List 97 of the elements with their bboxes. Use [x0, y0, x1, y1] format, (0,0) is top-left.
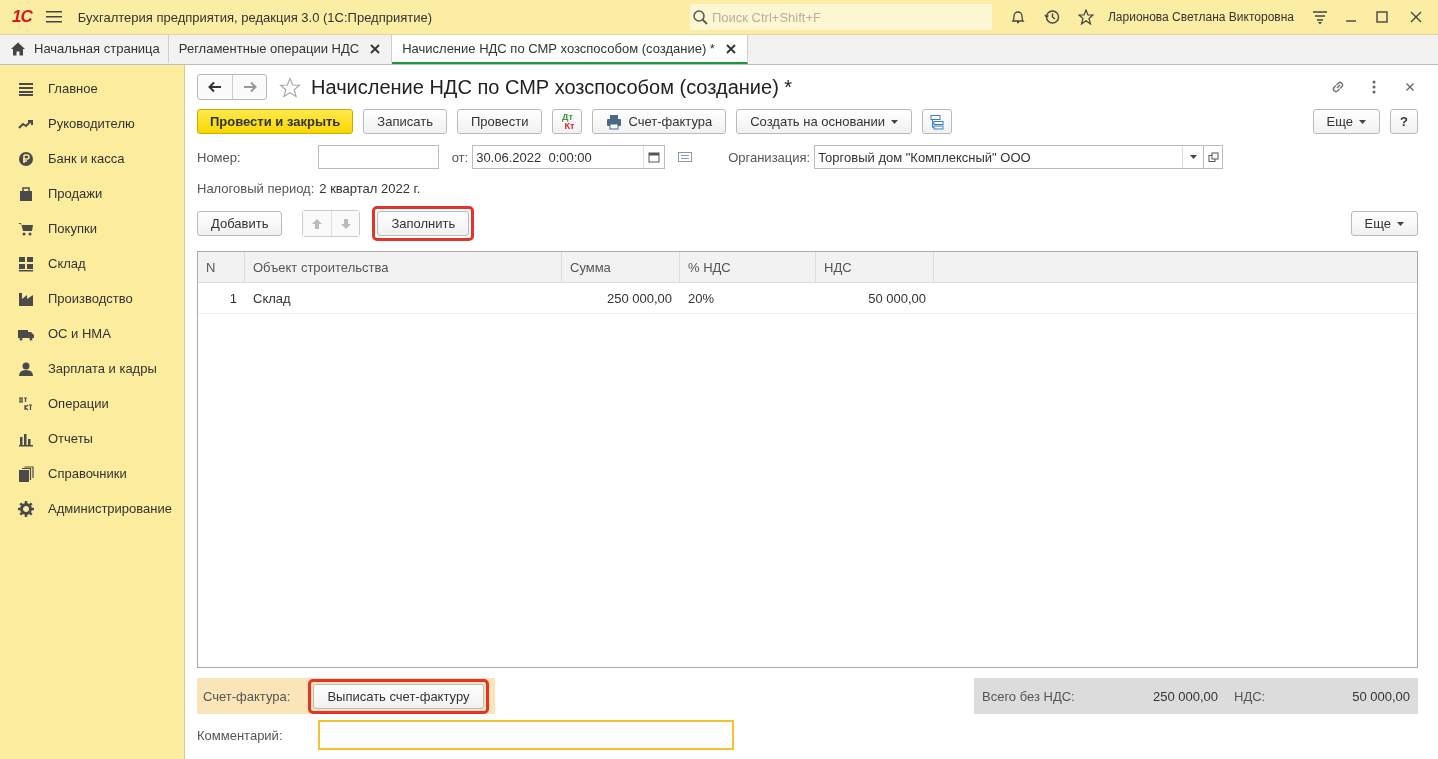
sidebar-item[interactable]: Главное	[0, 71, 184, 106]
open-icon	[1207, 151, 1220, 163]
gear-icon	[18, 500, 34, 517]
more-button[interactable]: Еще	[1312, 109, 1381, 134]
open-button[interactable]	[1203, 145, 1224, 169]
list-icon	[18, 80, 34, 97]
star-icon	[1077, 9, 1094, 25]
arrow-right-icon	[241, 79, 258, 95]
user-name[interactable]: Ларионова Светлана Викторовна	[1107, 10, 1294, 24]
structure-button[interactable]	[922, 109, 953, 134]
sidebar-item[interactable]: Отчеты	[0, 421, 184, 456]
menu-icon	[45, 9, 62, 25]
arrow-left-icon	[207, 79, 223, 95]
document-icon	[677, 149, 694, 165]
fill-button[interactable]: Заполнить	[377, 211, 470, 236]
total-label: Всего без НДС:	[981, 688, 1076, 704]
table-cell-text: 50 000,00	[867, 289, 927, 308]
calendar-icon	[647, 150, 662, 164]
add-button[interactable]: Добавить	[197, 211, 283, 236]
app-title: Бухгалтерия предприятия, редакция 3.0 (1С:Предприятие)	[77, 9, 432, 25]
caret-icon	[891, 119, 899, 124]
history-icon	[1043, 9, 1060, 25]
sidebar-item[interactable]: Справочники	[0, 456, 184, 491]
app-logo: 1С	[12, 7, 32, 27]
organization-field[interactable]: Торговый дом "Комплексный" ООО	[815, 149, 1183, 165]
tab[interactable]: Начисление НДС по СМР хозспособом (создание) *	[392, 35, 748, 64]
field-label: Налоговый период:	[197, 181, 315, 196]
sidebar-item[interactable]: Склад	[0, 246, 184, 281]
link-icon	[1330, 79, 1346, 95]
books-icon	[18, 465, 34, 482]
print-button[interactable]: Счет-фактура	[592, 109, 727, 134]
menu-button[interactable]	[45, 9, 62, 25]
close-icon	[1408, 9, 1424, 25]
factory-icon	[18, 290, 34, 307]
star-icon	[279, 76, 301, 98]
bag-icon	[18, 185, 34, 202]
sidebar-item[interactable]: Банк и касса	[0, 141, 184, 176]
minimize-icon	[1346, 20, 1356, 22]
search-field[interactable]: Поиск Ctrl+Shift+F	[689, 4, 992, 30]
home-icon	[10, 40, 26, 57]
sidebar-item[interactable]: Администрирование	[0, 491, 184, 526]
printer-icon	[606, 113, 623, 130]
column-header[interactable]: Сумма	[562, 252, 680, 282]
table-cell-text: 1	[228, 289, 238, 308]
caret-icon	[1397, 221, 1404, 226]
toolbar-button[interactable]: Записать	[363, 109, 447, 134]
comment-field[interactable]	[317, 720, 734, 750]
structure-icon	[929, 113, 946, 130]
sidebar-item[interactable]: Зарплата и кадры	[0, 351, 184, 386]
sidebar-item[interactable]: Руководителю	[0, 106, 184, 141]
funnel-icon	[1312, 9, 1328, 25]
help-button[interactable]: ?	[1390, 109, 1418, 134]
column-header[interactable]: НДС	[816, 252, 934, 282]
search-field[interactable]: Поиск Ctrl+Shift+F	[709, 8, 992, 26]
field-label: Организация:	[728, 149, 811, 165]
sidebar-item[interactable]: Продажи	[0, 176, 184, 211]
arrow-up-icon	[311, 217, 324, 230]
total-value: 250 000,00	[1151, 688, 1219, 704]
search-icon	[691, 9, 708, 25]
column-header[interactable]: Объект строительства	[245, 252, 562, 282]
issue-invoice-button[interactable]: Выписать счет-фактуру	[313, 683, 484, 709]
field-label: Номер:	[197, 149, 241, 165]
column-header[interactable]: % НДС	[680, 252, 816, 282]
field-label: Комментарий:	[197, 727, 283, 743]
post-and-close-button[interactable]: Провести и закрыть	[197, 109, 354, 134]
vat-value: 50 000,00	[1351, 688, 1411, 704]
ruble-icon	[18, 150, 34, 167]
sidebar-item[interactable]: Операции	[0, 386, 184, 421]
form-title: Начисление НДС по СМР хозспособом (создание) *	[311, 75, 793, 99]
arrow-down-icon	[339, 217, 352, 230]
debit-credit-icon	[18, 395, 34, 412]
sidebar-item[interactable]: Производство	[0, 281, 184, 316]
number-field[interactable]	[317, 145, 439, 169]
person-icon	[18, 360, 34, 377]
table-cell-text: Склад	[252, 289, 292, 308]
date-field[interactable]: 30.06.2022 0:00:00	[473, 149, 644, 165]
dropdown-button[interactable]: Создать на основании	[736, 109, 913, 134]
maximize-icon	[1374, 9, 1390, 25]
table-cell-text: 20%	[687, 289, 716, 308]
caret-icon	[1359, 119, 1367, 124]
caret-icon	[1189, 155, 1197, 159]
vat-label: НДС:	[1233, 688, 1267, 704]
sidebar-item[interactable]: Покупки	[0, 211, 184, 246]
column-header[interactable]: N	[198, 252, 245, 282]
grid-icon	[18, 255, 34, 272]
more-button[interactable]: Еще	[1350, 211, 1418, 236]
field-label: Счет-фактура:	[203, 688, 291, 704]
debit-credit-button[interactable]: Дт Кт	[552, 109, 583, 134]
date-field[interactable]: 30.06.2022 0:00:00	[472, 145, 666, 169]
bell-icon	[1009, 9, 1026, 25]
toolbar-button[interactable]: Провести	[456, 109, 543, 134]
sidebar-item[interactable]: ОС и НМА	[0, 316, 184, 351]
tax-period: 2 квартал 2022 г.	[319, 181, 421, 196]
field-label: от:	[451, 149, 469, 165]
organization-field[interactable]: Торговый дом "Комплексный" ООО	[814, 145, 1205, 169]
cart-icon	[18, 220, 34, 237]
table-cell-text: 250 000,00	[605, 289, 673, 308]
